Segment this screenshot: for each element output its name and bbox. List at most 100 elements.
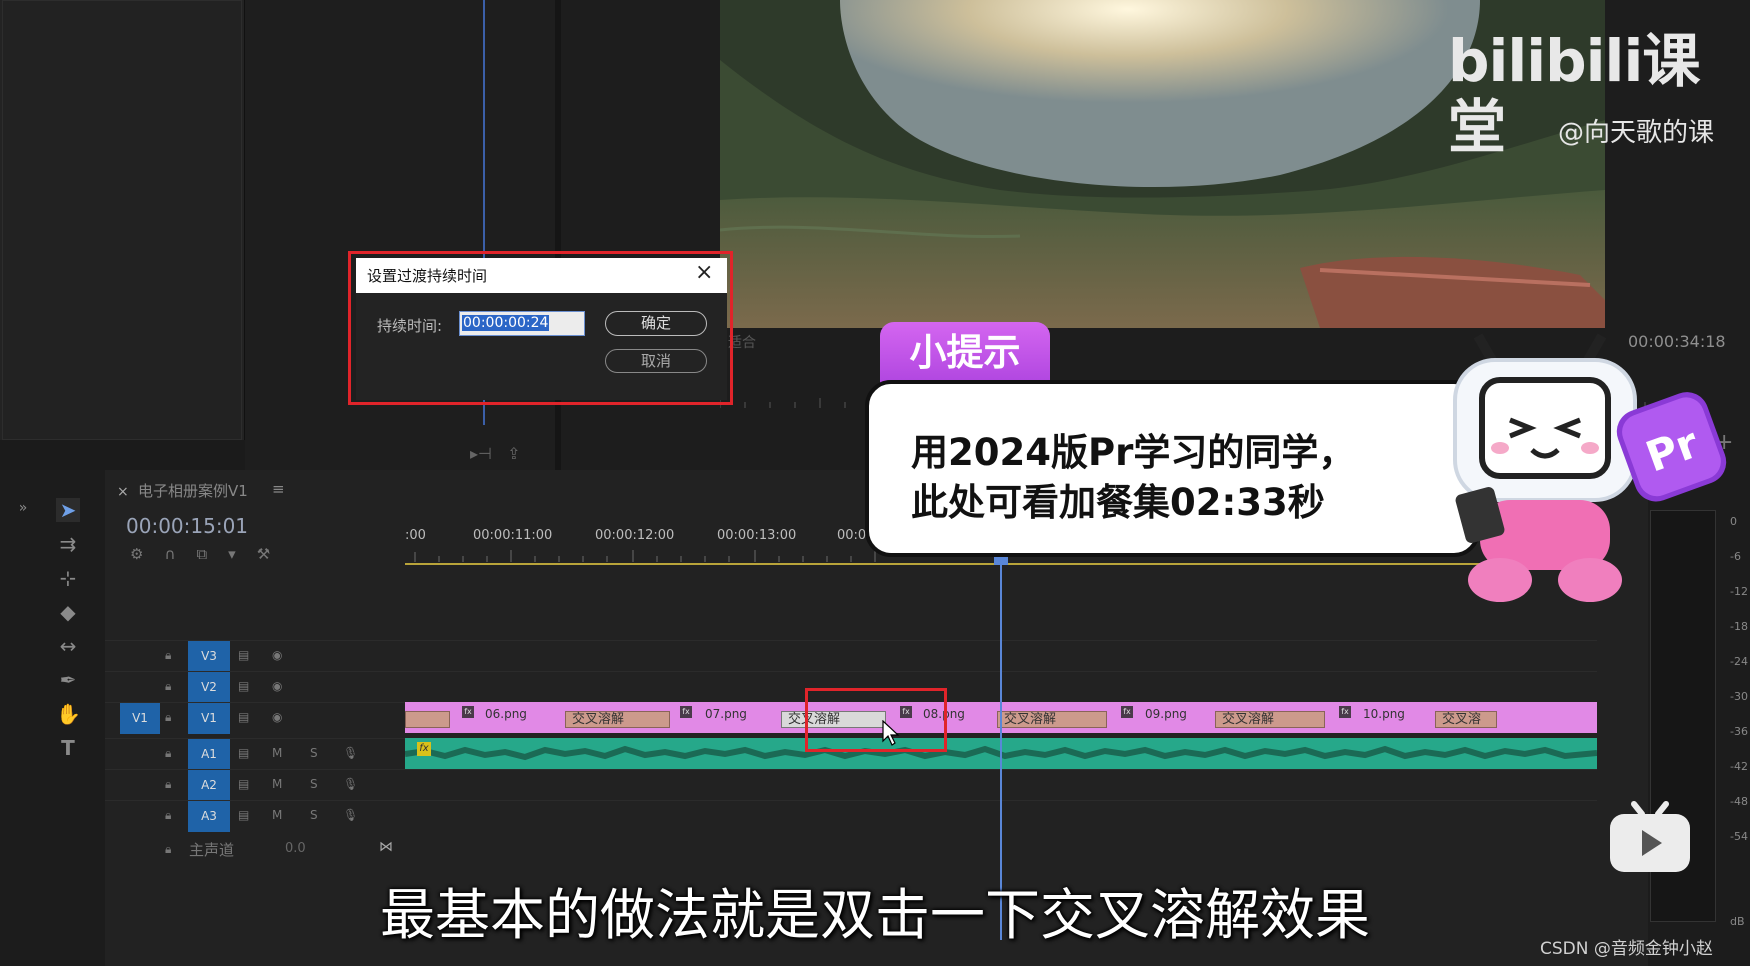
clip-06[interactable]: 06.png: [485, 707, 527, 721]
lock-icon[interactable]: 🔒︎: [165, 777, 171, 792]
sequence-tab[interactable]: 电子相册案例V1: [138, 480, 248, 501]
mascot-image: Pr: [1453, 333, 1727, 602]
eye-icon[interactable]: ◉: [272, 710, 282, 724]
project-panel-inner: [2, 0, 242, 440]
pen-tool-icon[interactable]: ✒: [56, 668, 80, 692]
sync-lock-icon[interactable]: ▤: [238, 648, 249, 662]
track-label-a1[interactable]: A1: [188, 739, 230, 770]
sequence-toolbar: ⚙∩⧉▾⚒: [130, 545, 291, 563]
solo-button[interactable]: S: [310, 777, 318, 791]
sync-lock-icon[interactable]: ▤: [238, 777, 249, 791]
fx-badge-icon: fx: [1339, 706, 1351, 718]
meter-tick: -30: [1730, 690, 1748, 703]
ok-button[interactable]: 确定: [605, 311, 707, 336]
track-label-v3[interactable]: V3: [188, 641, 230, 672]
highlight-box: [805, 688, 947, 752]
meter-tick: 0: [1730, 515, 1737, 528]
clip-10[interactable]: 10.png: [1363, 707, 1405, 721]
fit-dropdown[interactable]: 适合: [728, 332, 828, 352]
fx-badge-icon: fx: [680, 706, 692, 718]
meter-tick: -6: [1730, 550, 1741, 563]
tip-line2: 此处可看加餐集02:33秒: [911, 481, 1325, 524]
master-track: 🔒︎ 主声道 0.0 ⋈: [105, 835, 405, 865]
hand-tool-icon[interactable]: ✋: [56, 702, 81, 726]
close-icon[interactable]: ×: [695, 260, 713, 285]
mute-button[interactable]: M: [272, 777, 282, 791]
subtitle: 最基本的做法就是双击一下交叉溶解效果: [379, 883, 1370, 947]
sync-lock-icon[interactable]: ▤: [238, 808, 249, 822]
mic-icon[interactable]: 🎙︎: [343, 808, 358, 822]
meter-tick: -42: [1730, 760, 1748, 773]
sync-lock-icon[interactable]: ▤: [238, 710, 249, 724]
track-label-a2[interactable]: A2: [188, 770, 230, 801]
sync-lock-icon[interactable]: ▤: [238, 679, 249, 693]
dialog-titlebar[interactable]: 设置过渡持续时间 ×: [356, 258, 727, 293]
panel-expand-icon[interactable]: »: [16, 496, 30, 520]
lock-icon[interactable]: 🔒︎: [165, 679, 171, 694]
lock-icon[interactable]: 🔒︎: [165, 746, 171, 761]
transition-clip[interactable]: [405, 711, 450, 728]
selection-tool-icon[interactable]: ➤: [56, 498, 80, 522]
mute-button[interactable]: M: [272, 808, 282, 822]
duration-input[interactable]: 00:00:00:24: [459, 311, 585, 336]
duration-value: 00:00:00:24: [462, 315, 550, 331]
clip-07[interactable]: 07.png: [705, 707, 747, 721]
transition-cross-dissolve[interactable]: 交叉溶: [1435, 711, 1497, 728]
insert-icon[interactable]: ▸⊣: [470, 444, 492, 463]
settings-wrench-icon[interactable]: ⚒: [257, 545, 291, 563]
lock-icon[interactable]: 🔒︎: [165, 710, 171, 725]
transition-cross-dissolve[interactable]: 交叉溶解: [997, 711, 1107, 728]
tip-box: 用2024版Pr学习的同学， 此处可看加餐集02:33秒: [865, 380, 1480, 557]
solo-button[interactable]: S: [310, 746, 318, 760]
solo-button[interactable]: S: [310, 808, 318, 822]
cancel-button[interactable]: 取消: [605, 349, 707, 373]
source-bottom-controls: ▸⊣ ⇪: [470, 444, 520, 463]
fx-badge-icon: fx: [1121, 706, 1133, 718]
sequence-menu-icon[interactable]: ≡: [272, 480, 285, 498]
duration-label: 持续时间:: [377, 317, 443, 335]
track-v3: 🔒︎ V3 ▤ ◉: [105, 640, 1597, 672]
project-panel: [0, 0, 245, 440]
track-label-a3[interactable]: A3: [188, 801, 230, 832]
sync-lock-icon[interactable]: ▤: [238, 746, 249, 760]
mic-icon[interactable]: 🎙︎: [343, 746, 358, 760]
tip-line1: 用2024版Pr学习的同学，: [911, 431, 1356, 474]
mouse-cursor-icon: [882, 720, 900, 746]
sequence-timecode[interactable]: 00:00:15:01: [126, 514, 248, 538]
lock-icon[interactable]: 🔒︎: [165, 648, 171, 663]
type-tool-icon[interactable]: T: [56, 736, 80, 760]
course-handle: @向天歌的课: [1558, 118, 1715, 148]
linked-selection-icon[interactable]: ⧉: [196, 545, 228, 563]
meter-tick: -12: [1730, 585, 1748, 598]
go-to-end-icon[interactable]: ⋈: [379, 839, 393, 855]
mute-button[interactable]: M: [272, 746, 282, 760]
transition-cross-dissolve[interactable]: 交叉溶解: [1215, 711, 1325, 728]
csdn-credit: CSDN @音频金钟小赵: [1540, 939, 1713, 959]
lock-icon[interactable]: 🔒︎: [165, 842, 171, 857]
clip-09[interactable]: 09.png: [1145, 707, 1187, 721]
track-label-v2[interactable]: V2: [188, 672, 230, 703]
snap-icon[interactable]: ∩: [164, 545, 196, 563]
mic-icon[interactable]: 🎙︎: [343, 777, 358, 791]
bilibili-play-icon: [1610, 801, 1690, 872]
add-marker-icon[interactable]: ▾: [228, 545, 257, 563]
eye-icon[interactable]: ◉: [272, 648, 282, 662]
meter-tick: -54: [1730, 830, 1748, 843]
transition-cross-dissolve[interactable]: 交叉溶解: [565, 711, 670, 728]
razor-tool-icon[interactable]: ◆: [56, 600, 80, 624]
meter-tick: -24: [1730, 655, 1748, 668]
ripple-edit-tool-icon[interactable]: ⊹: [56, 566, 80, 590]
source-patch-v1[interactable]: V1: [120, 703, 160, 734]
transition-duration-dialog: 设置过渡持续时间 × 持续时间: 00:00:00:24 确定 取消: [356, 258, 727, 400]
eye-icon[interactable]: ◉: [272, 679, 282, 693]
track-select-tool-icon[interactable]: ⇉: [56, 532, 80, 556]
nest-icon[interactable]: ⚙: [130, 545, 164, 563]
fx-badge-icon: fx: [462, 706, 474, 718]
close-sequence-icon[interactable]: ×: [117, 484, 129, 500]
export-frame-icon[interactable]: ⇪: [507, 444, 520, 463]
master-volume[interactable]: 0.0: [285, 841, 306, 856]
track-a3: 🔒︎ A3 ▤ M S 🎙︎: [105, 800, 1597, 832]
slip-tool-icon[interactable]: ↔: [56, 634, 80, 658]
track-label-v1[interactable]: V1: [188, 703, 230, 734]
lock-icon[interactable]: 🔒︎: [165, 808, 171, 823]
